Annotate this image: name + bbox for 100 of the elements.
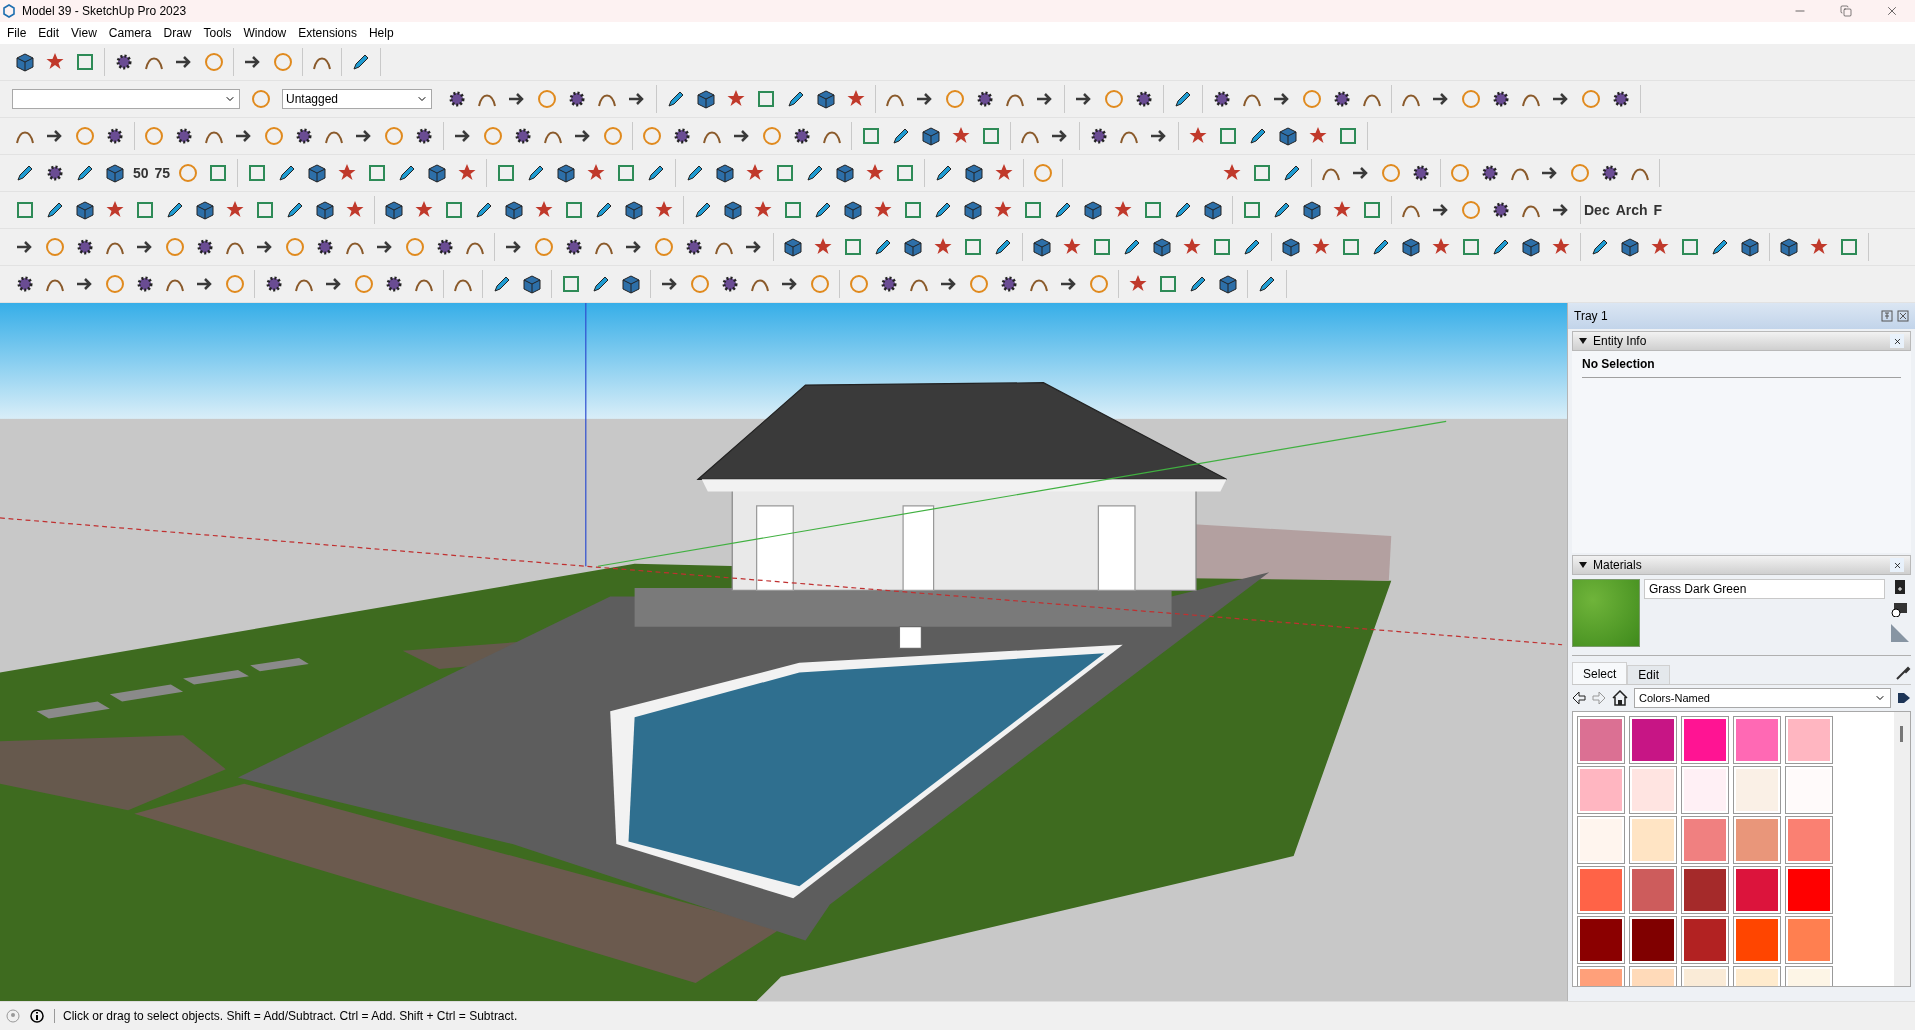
- cube-icon[interactable]: [14, 51, 36, 73]
- cube-icon[interactable]: [521, 273, 543, 295]
- details-arrow-icon[interactable]: [1897, 691, 1911, 705]
- scale-button[interactable]: 50: [130, 160, 152, 186]
- square-icon[interactable]: [755, 88, 777, 110]
- collapse-triangle-icon[interactable]: [1579, 561, 1587, 569]
- eyedropper-icon[interactable]: [1895, 665, 1911, 681]
- color-swatch[interactable]: [1630, 717, 1676, 763]
- color-swatch[interactable]: [1734, 717, 1780, 763]
- color-swatch[interactable]: [1578, 867, 1624, 913]
- color-swatch[interactable]: [1786, 917, 1832, 963]
- cube-icon[interactable]: [834, 162, 857, 184]
- color-swatch[interactable]: [1786, 717, 1832, 763]
- menu-item[interactable]: Draw: [160, 26, 201, 40]
- color-swatch[interactable]: [1682, 867, 1728, 913]
- cube-icon[interactable]: [104, 162, 126, 184]
- unit-button[interactable]: F: [1650, 197, 1666, 223]
- cube-icon[interactable]: [1619, 236, 1641, 258]
- square-icon[interactable]: [962, 236, 984, 258]
- color-swatch[interactable]: [1630, 867, 1676, 913]
- collapse-triangle-icon[interactable]: [1579, 337, 1587, 345]
- close-button[interactable]: [1890, 334, 1904, 348]
- square-icon[interactable]: [1340, 236, 1362, 258]
- paint-bucket-icon[interactable]: [1893, 579, 1907, 595]
- color-swatch[interactable]: [1630, 767, 1676, 813]
- color-swatch[interactable]: [1578, 767, 1624, 813]
- square-icon[interactable]: [1361, 199, 1383, 221]
- cube-icon[interactable]: [920, 125, 942, 147]
- cube-icon[interactable]: [902, 236, 924, 258]
- menu-item[interactable]: Help: [365, 26, 403, 40]
- cube-icon[interactable]: [1151, 236, 1173, 258]
- cube-icon[interactable]: [1520, 236, 1542, 258]
- color-swatch[interactable]: [1734, 767, 1780, 813]
- menu-item[interactable]: File: [4, 26, 36, 40]
- unit-button[interactable]: Dec: [1581, 197, 1613, 223]
- square-icon[interactable]: [980, 125, 1002, 147]
- cube-icon[interactable]: [815, 88, 837, 110]
- square-icon[interactable]: [563, 199, 585, 221]
- cube-icon[interactable]: [1400, 236, 1422, 258]
- cube-icon[interactable]: [74, 199, 96, 221]
- cube-icon[interactable]: [623, 199, 645, 221]
- square-icon[interactable]: [860, 125, 882, 147]
- info-icon[interactable]: [30, 1009, 44, 1023]
- color-swatch[interactable]: [1578, 717, 1624, 763]
- color-swatch[interactable]: [1682, 817, 1728, 863]
- cube-icon[interactable]: [306, 162, 329, 184]
- cube-icon[interactable]: [620, 273, 642, 295]
- menu-item[interactable]: View: [68, 26, 106, 40]
- cube-icon[interactable]: [695, 88, 717, 110]
- square-icon[interactable]: [74, 51, 96, 73]
- square-icon[interactable]: [1679, 236, 1701, 258]
- cube-icon[interactable]: [194, 199, 216, 221]
- color-swatch[interactable]: [1734, 817, 1780, 863]
- cube-icon[interactable]: [962, 199, 984, 221]
- square-icon[interactable]: [134, 199, 156, 221]
- cube-icon[interactable]: [1280, 236, 1302, 258]
- square-icon[interactable]: [782, 199, 804, 221]
- square-icon[interactable]: [14, 199, 36, 221]
- color-swatch[interactable]: [1630, 917, 1676, 963]
- cube-icon[interactable]: [1202, 199, 1224, 221]
- color-swatch[interactable]: [1786, 767, 1832, 813]
- color-swatch[interactable]: [1786, 817, 1832, 863]
- cube-icon[interactable]: [1031, 236, 1053, 258]
- color-swatch[interactable]: [1682, 717, 1728, 763]
- scale-button[interactable]: 75: [151, 160, 174, 186]
- cube-icon[interactable]: [842, 199, 864, 221]
- cube-icon[interactable]: [782, 236, 804, 258]
- menu-item[interactable]: Edit: [35, 26, 69, 40]
- menu-item[interactable]: Tools: [200, 26, 241, 40]
- square-icon[interactable]: [560, 273, 582, 295]
- square-icon[interactable]: [1337, 125, 1359, 147]
- square-icon[interactable]: [1091, 236, 1113, 258]
- square-icon[interactable]: [1211, 236, 1233, 258]
- menu-item[interactable]: Window: [240, 26, 296, 40]
- square-icon[interactable]: [1217, 125, 1239, 147]
- pin-icon[interactable]: [1881, 310, 1893, 322]
- square-icon[interactable]: [254, 199, 276, 221]
- cube-icon[interactable]: [1301, 199, 1323, 221]
- color-swatch[interactable]: [1630, 817, 1676, 863]
- square-icon[interactable]: [842, 236, 864, 258]
- color-swatch[interactable]: [1682, 917, 1728, 963]
- unit-button[interactable]: Arch: [1612, 197, 1651, 223]
- cube-icon[interactable]: [1277, 125, 1299, 147]
- square-icon[interactable]: [443, 199, 465, 221]
- cube-icon[interactable]: [1217, 273, 1239, 295]
- square-icon[interactable]: [1022, 199, 1044, 221]
- cube-icon[interactable]: [722, 199, 744, 221]
- cube-icon[interactable]: [383, 199, 405, 221]
- color-swatch[interactable]: [1734, 917, 1780, 963]
- color-swatch[interactable]: [1578, 917, 1624, 963]
- material-name-field[interactable]: Grass Dark Green: [1644, 579, 1885, 599]
- menu-item[interactable]: Camera: [105, 26, 161, 40]
- close-button[interactable]: [1890, 558, 1904, 572]
- cube-icon[interactable]: [714, 162, 737, 184]
- panel-header[interactable]: Entity Info: [1572, 331, 1911, 351]
- square-icon[interactable]: [1241, 199, 1263, 221]
- square-icon[interactable]: [1460, 236, 1482, 258]
- square-icon[interactable]: [1157, 273, 1179, 295]
- square-icon[interactable]: [1838, 236, 1860, 258]
- color-swatch[interactable]: [1682, 767, 1728, 813]
